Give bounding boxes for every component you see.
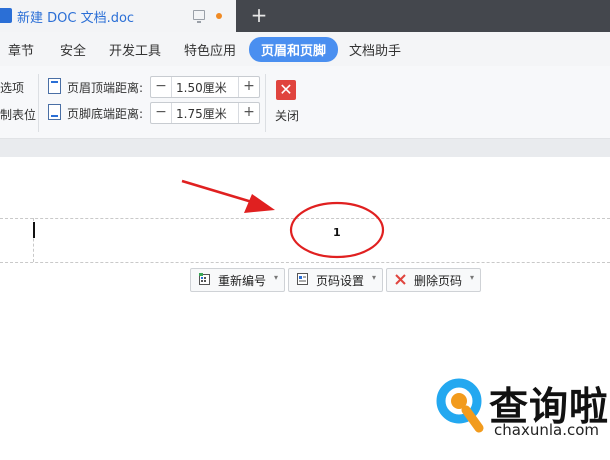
renumber-button[interactable]: 重新编号 ▾ (190, 268, 285, 292)
annotation-arrow-line (181, 179, 253, 204)
chevron-down-icon: ▾ (371, 273, 376, 282)
chevron-down-icon: ▾ (469, 273, 474, 282)
renumber-icon (199, 273, 210, 285)
page-number-settings-button[interactable]: 页码设置 ▾ (288, 268, 383, 292)
highlight-ellipse (289, 201, 385, 259)
annotation-arrow-head (244, 194, 275, 213)
renumber-label: 重新编号 (218, 274, 267, 288)
watermark-logo (436, 378, 484, 433)
delete-page-number-button[interactable]: 删除页码 ▾ (386, 268, 481, 292)
watermark-url: chaxunla.com (494, 421, 599, 439)
delete-icon (395, 274, 406, 285)
chevron-down-icon: ▾ (273, 273, 278, 282)
page-number-settings-label: 页码设置 (316, 274, 365, 288)
page-number-settings-icon (297, 273, 308, 285)
delete-page-number-label: 删除页码 (414, 274, 463, 288)
